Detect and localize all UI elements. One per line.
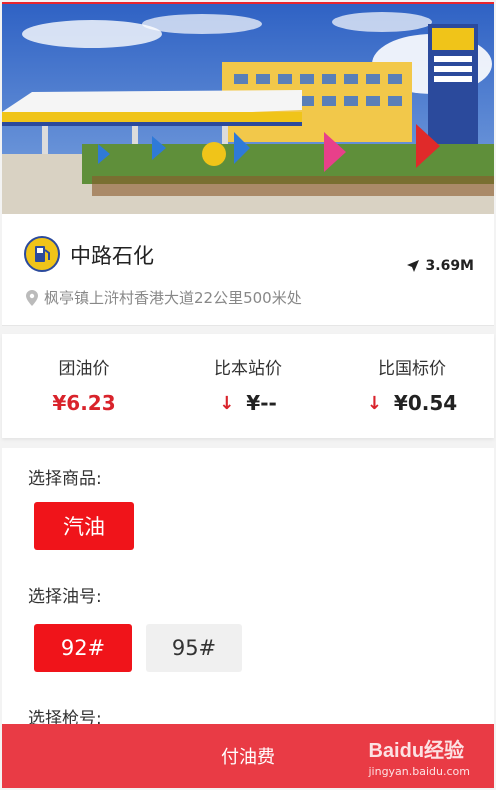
location-pin-icon (26, 289, 38, 306)
station-diff: ↓ ¥-- (166, 391, 330, 415)
price-panel: 团油价 ¥6.23 比本站价 ↓ ¥-- 比国标价 ↓ ¥0.54 (2, 334, 494, 438)
pay-label: 付油费 (221, 747, 275, 768)
price-group: 团油价 ¥6.23 (2, 334, 166, 438)
address: 枫亭镇上浒村香港大道22公里500米处 (26, 287, 302, 308)
address-text: 枫亭镇上浒村香港大道22公里500米处 (44, 289, 302, 307)
watermark-sub: jingyan.baidu.com (368, 765, 470, 778)
price-value: ¥0.54 (393, 391, 458, 415)
price-vs-station: 比本站价 ↓ ¥-- (166, 334, 330, 438)
product-option-gasoline[interactable]: 汽油 (34, 502, 134, 550)
station-name: 中路石化 (70, 244, 154, 268)
down-arrow-icon: ↓ (366, 392, 382, 414)
station-photo (2, 2, 494, 214)
watermark: Baidu经验 jingyan.baidu.com (368, 734, 470, 778)
navigation-arrow-icon (406, 260, 419, 272)
group-price: ¥6.23 (2, 391, 166, 415)
price-value: ¥-- (246, 391, 277, 415)
price-vs-national: 比国标价 ↓ ¥0.54 (330, 334, 494, 438)
price-label: 团油价 (58, 359, 110, 379)
price-label: 比国标价 (378, 359, 446, 379)
station-info[interactable]: 中路石化 3.69M 枫亭镇上浒村香港大道22公里500米处 (2, 214, 494, 326)
station-logo-icon (24, 236, 60, 272)
grade-label: 选择油号: (28, 587, 102, 607)
price-value: ¥6.23 (52, 391, 116, 415)
distance-value: 3.69M (425, 258, 474, 274)
national-diff: ↓ ¥0.54 (330, 391, 494, 415)
grade-option-95[interactable]: 95# (146, 624, 242, 672)
down-arrow-icon: ↓ (219, 392, 235, 414)
grade-option-92[interactable]: 92# (34, 624, 132, 672)
watermark-main: Baidu经验 (368, 740, 465, 762)
distance[interactable]: 3.69M (406, 258, 474, 274)
price-label: 比本站价 (214, 359, 282, 379)
product-label: 选择商品: (28, 469, 102, 489)
order-options: 选择商品: 汽油 选择油号: 92# 95# 选择枪号: (2, 448, 494, 729)
pay-button[interactable]: 付油费 Baidu经验 jingyan.baidu.com (2, 724, 494, 788)
